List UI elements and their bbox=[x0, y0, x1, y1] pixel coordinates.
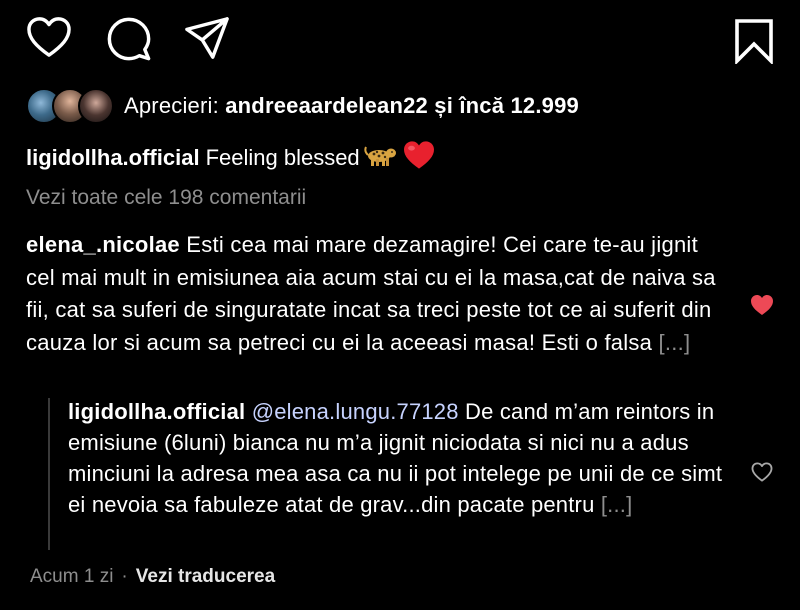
likes-count[interactable]: și încă 12.999 bbox=[428, 93, 579, 118]
post-caption: ligidollha.official Feeling blessed bbox=[26, 140, 436, 176]
post-action-bar bbox=[26, 16, 774, 66]
comment-reply: ligidollha.official @elena.lungu.77128 D… bbox=[68, 396, 728, 520]
avatar bbox=[78, 88, 114, 124]
reply-more-link[interactable]: [...] bbox=[601, 492, 633, 517]
comment-like-heart-icon[interactable] bbox=[750, 294, 774, 321]
share-icon[interactable] bbox=[184, 16, 230, 60]
reply-like-heart-icon[interactable] bbox=[751, 462, 773, 487]
like-icon[interactable] bbox=[26, 16, 72, 58]
comment-more-link[interactable]: [...] bbox=[659, 330, 691, 355]
liker-avatars bbox=[26, 88, 114, 124]
footer-separator: · bbox=[121, 566, 128, 587]
likes-text: Aprecieri: andreeaardelean22 și încă 12.… bbox=[124, 93, 579, 119]
see-translation-link[interactable]: Vezi traducerea bbox=[136, 566, 275, 588]
post-footer: Acum 1 zi · Vezi traducerea bbox=[30, 566, 275, 588]
post-timestamp: Acum 1 zi bbox=[30, 566, 114, 587]
likes-prefix: Aprecieri: bbox=[124, 93, 226, 118]
leopard-emoji-icon bbox=[364, 143, 398, 173]
save-icon[interactable] bbox=[734, 18, 774, 64]
likes-user[interactable]: andreeaardelean22 bbox=[225, 93, 428, 118]
caption-text: Feeling blessed bbox=[205, 145, 360, 170]
comment: elena_.nicolae Esti cea mai mare dezamag… bbox=[26, 229, 716, 359]
caption-username[interactable]: ligidollha.official bbox=[26, 145, 200, 171]
reply-mention[interactable]: @elena.lungu.77128 bbox=[252, 399, 459, 424]
red-heart-emoji-icon bbox=[402, 140, 436, 176]
likes-summary[interactable]: Aprecieri: andreeaardelean22 și încă 12.… bbox=[26, 88, 579, 124]
comment-icon[interactable] bbox=[106, 16, 152, 62]
reply-username[interactable]: ligidollha.official bbox=[68, 399, 245, 424]
comment-username[interactable]: elena_.nicolae bbox=[26, 232, 180, 257]
reply-thread-line bbox=[48, 398, 50, 550]
view-all-comments-link[interactable]: Vezi toate cele 198 comentarii bbox=[26, 186, 306, 210]
